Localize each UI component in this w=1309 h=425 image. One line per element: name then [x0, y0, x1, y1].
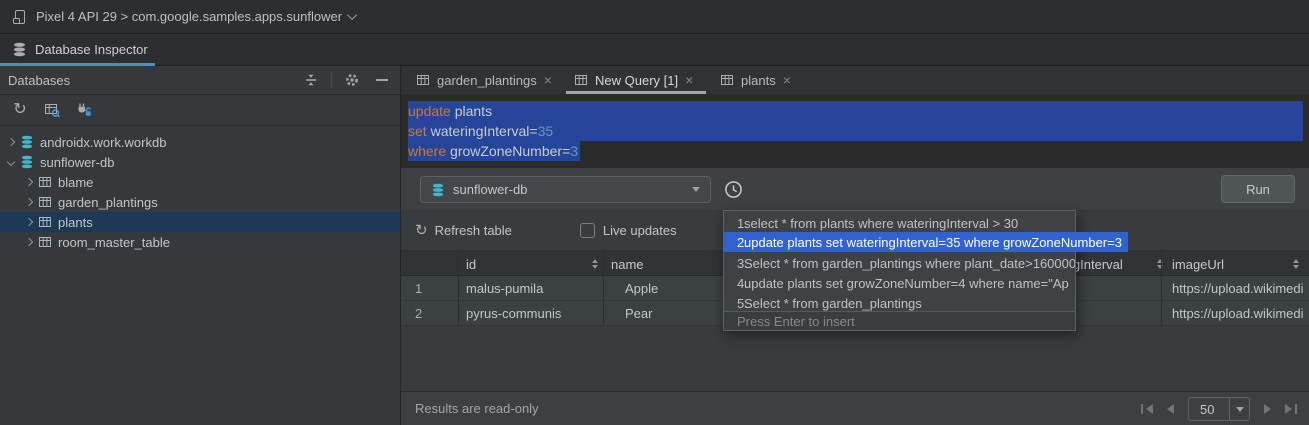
column-header-name[interactable]: name — [611, 251, 644, 277]
database-inspector-window: Pixel 4 API 29 > com.google.samples.apps… — [0, 0, 1309, 425]
databases-panel: Databases ↻ — [0, 66, 401, 425]
sql-line-3: where growZoneNumber=3 — [408, 141, 580, 161]
results-status-bar: Results are read-only 50 — [401, 391, 1309, 425]
device-icon — [12, 9, 28, 25]
chevron-right-icon[interactable] — [7, 138, 15, 146]
close-icon[interactable]: × — [685, 73, 693, 87]
sql-query-editor[interactable]: update plants set wateringInterval=35 wh… — [401, 94, 1309, 168]
database-icon — [20, 155, 34, 169]
database-select-value: sunflower-db — [453, 182, 684, 197]
pagination-controls: 50 — [1141, 392, 1297, 425]
column-header-id[interactable]: id — [466, 251, 476, 277]
previous-page-button[interactable] — [1167, 404, 1174, 414]
sql-line-1: update plants — [408, 101, 1303, 121]
chevron-right-icon[interactable] — [25, 198, 33, 206]
column-header-image-url[interactable]: imageUrl — [1172, 251, 1224, 277]
dropdown-arrow-icon — [692, 187, 700, 192]
active-editor-tab-underline — [566, 91, 706, 94]
tree-item-androidx-work-workdb[interactable]: androidx.work.workdb — [0, 132, 400, 152]
database-icon — [12, 42, 27, 57]
active-tab-underline — [0, 63, 155, 66]
page-size-dropdown[interactable]: 50 — [1188, 397, 1250, 421]
toolbar-divider — [331, 72, 332, 88]
tab-new-query-1[interactable]: New Query [1] × — [566, 66, 701, 94]
live-updates-control[interactable]: Live updates — [580, 223, 677, 238]
tool-window-tab-bar: Database Inspector — [0, 34, 1309, 66]
last-page-button[interactable] — [1285, 404, 1297, 414]
column-divider — [1161, 250, 1162, 326]
table-icon — [574, 73, 588, 87]
sort-icon[interactable] — [592, 259, 598, 269]
dropdown-arrow-icon — [1236, 407, 1244, 412]
column-divider — [458, 250, 459, 326]
close-icon[interactable]: × — [544, 73, 552, 87]
refresh-icon: ↻ — [415, 223, 428, 238]
live-updates-checkbox[interactable] — [580, 223, 595, 238]
chevron-right-icon[interactable] — [25, 238, 33, 246]
table-icon — [38, 235, 52, 249]
refresh-icon[interactable]: ↻ — [10, 100, 30, 120]
next-page-button[interactable] — [1264, 404, 1271, 414]
table-icon — [38, 215, 52, 229]
page-size-value: 50 — [1189, 402, 1229, 417]
tab-database-inspector[interactable]: Database Inspector — [35, 42, 148, 57]
device-bar: Pixel 4 API 29 > com.google.samples.apps… — [0, 0, 1309, 34]
collapse-all-icon[interactable] — [301, 70, 321, 90]
database-icon — [20, 135, 34, 149]
sort-icon[interactable] — [1293, 259, 1299, 269]
database-icon — [431, 183, 445, 197]
tree-item-plants[interactable]: plants — [0, 212, 400, 232]
database-select-dropdown[interactable]: sunflower-db — [420, 176, 711, 203]
query-history-popup: 1.select * from plants where wateringInt… — [723, 210, 1076, 331]
history-item-1[interactable]: 1.select * from plants where wateringInt… — [724, 213, 1076, 233]
tree-item-blame[interactable]: blame — [0, 172, 400, 192]
close-icon[interactable]: × — [783, 73, 791, 87]
column-divider — [603, 250, 604, 326]
editor-tab-strip: garden_plantings × New Query [1] × plant… — [401, 66, 1309, 94]
table-icon — [38, 175, 52, 189]
tree-item-room-master-table[interactable]: room_master_table — [0, 232, 400, 252]
tree-item-garden-plantings[interactable]: garden_plantings — [0, 192, 400, 212]
chevron-right-icon[interactable] — [25, 178, 33, 186]
panel-title: Databases — [8, 73, 301, 88]
tree-item-sunflower-db[interactable]: sunflower-db — [0, 152, 400, 172]
first-page-button[interactable] — [1141, 404, 1153, 414]
hide-panel-icon[interactable] — [372, 70, 392, 90]
chevron-right-icon[interactable] — [25, 218, 33, 226]
sql-line-2: set wateringInterval=35 — [408, 121, 1303, 141]
table-icon — [38, 195, 52, 209]
tab-garden-plantings[interactable]: garden_plantings × — [408, 66, 560, 94]
popup-footer-hint: Press Enter to insert — [724, 311, 1075, 330]
history-item-3[interactable]: 3.Select * from garden_plantings where p… — [724, 253, 1076, 273]
history-item-2-selected[interactable]: 2.update plants set wateringInterval=35 … — [724, 232, 1128, 252]
tab-plants[interactable]: plants × — [712, 66, 799, 94]
chevron-down-icon[interactable] — [7, 158, 15, 166]
gear-icon[interactable] — [342, 70, 362, 90]
open-new-query-tab-icon[interactable] — [42, 100, 62, 120]
query-history-icon[interactable] — [722, 178, 744, 200]
query-controls-row: sunflower-db Run — [401, 168, 1309, 210]
databases-panel-header: Databases — [0, 66, 400, 95]
run-button[interactable]: Run — [1221, 175, 1295, 203]
chevron-down-icon[interactable] — [347, 10, 357, 20]
device-process-selector-label[interactable]: Pixel 4 API 29 > com.google.samples.apps… — [36, 9, 342, 24]
sort-icon[interactable] — [1157, 259, 1163, 269]
read-only-message: Results are read-only — [415, 401, 539, 416]
table-icon — [720, 73, 734, 87]
refresh-table-button[interactable]: ↻ Refresh table — [415, 223, 512, 238]
databases-toolbar: ↻ — [0, 95, 400, 126]
table-icon — [416, 73, 430, 87]
history-item-5[interactable]: 5.Select * from garden_plantings — [724, 293, 1076, 313]
history-item-4[interactable]: 4.update plants set growZoneNumber=4 whe… — [724, 273, 1076, 293]
keep-connections-open-icon[interactable] — [74, 100, 94, 120]
